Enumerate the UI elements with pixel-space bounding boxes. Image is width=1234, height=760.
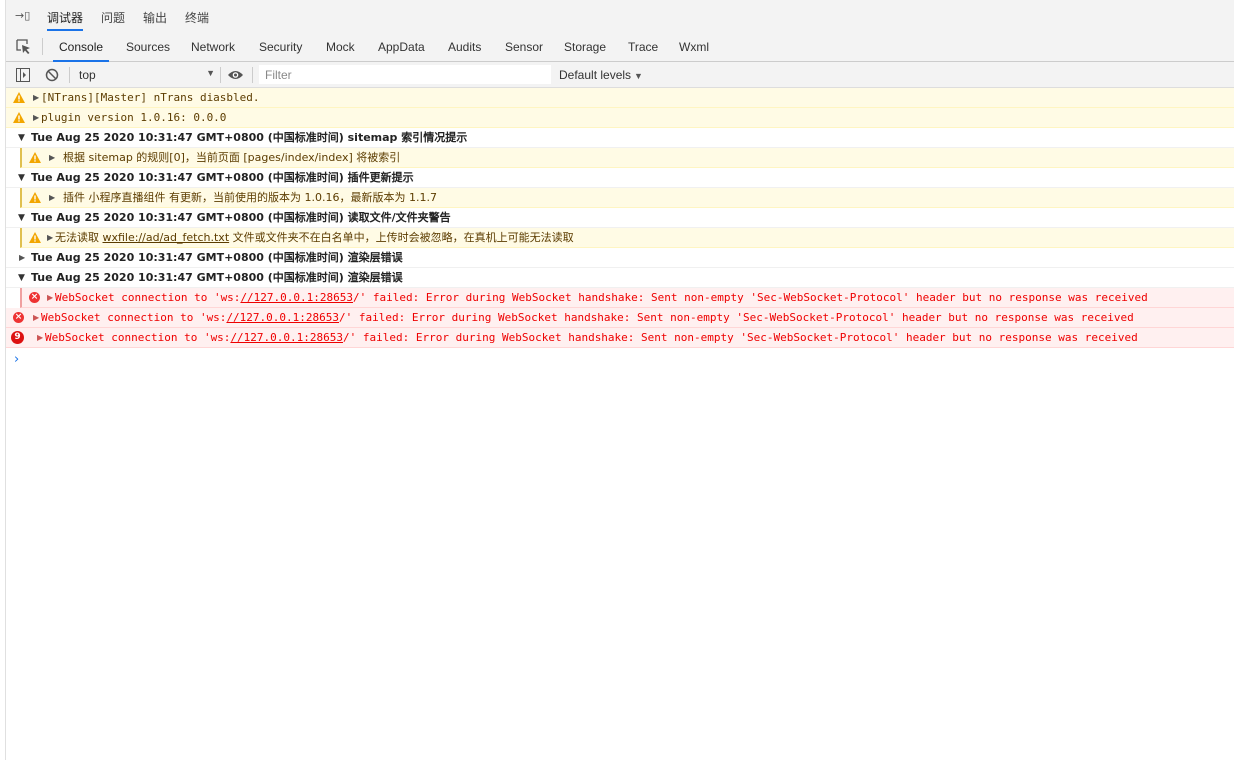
tab-console[interactable]: Console — [52, 40, 110, 62]
log-message: 无法读取 wxfile://ad/ad_fetch.txt 文件或文件夹不在白名… — [55, 228, 574, 248]
console-error[interactable]: × ▶ WebSocket connection to 'ws://127.0.… — [6, 308, 1234, 328]
expand-arrow-icon[interactable]: ▶ — [33, 88, 39, 108]
warning-icon — [29, 192, 41, 203]
chevron-down-icon: ▼ — [634, 71, 643, 81]
divider — [252, 67, 253, 83]
console-error[interactable]: × ▶ WebSocket connection to 'ws://127.0.… — [20, 288, 1234, 308]
expand-arrow-icon[interactable]: ▶ — [47, 228, 53, 248]
expand-arrow-icon[interactable]: ▶ — [49, 148, 55, 168]
expand-arrow-icon[interactable]: ▶ — [49, 188, 55, 208]
log-levels-dropdown[interactable]: Default levels ▼ — [559, 68, 643, 82]
chevron-down-icon: ▼ — [206, 68, 215, 78]
console-warning[interactable]: ▶ 插件 小程序直播组件 有更新，当前使用的版本为 1.0.16，最新版本为 1… — [20, 188, 1234, 208]
log-message: WebSocket connection to 'ws://127.0.0.1:… — [55, 288, 1148, 308]
context-value: top — [79, 68, 96, 82]
console-messages: ▶ [NTrans][Master] nTrans diasbled. ▶ pl… — [6, 88, 1234, 367]
log-text: /' failed: Error during WebSocket handsh… — [343, 331, 1138, 344]
context-selector[interactable]: top ▼ — [79, 68, 215, 82]
console-group-header[interactable]: ▼ Tue Aug 25 2020 10:31:47 GMT+0800 (中国标… — [6, 268, 1234, 288]
log-message: [NTrans][Master] nTrans diasbled. — [41, 91, 260, 104]
log-text: 无法读取 — [55, 231, 103, 244]
collapse-arrow-icon[interactable]: ▼ — [18, 128, 25, 148]
console-group-header[interactable]: ▼ Tue Aug 25 2020 10:31:47 GMT+0800 (中国标… — [6, 168, 1234, 188]
collapse-arrow-icon[interactable]: ▼ — [18, 268, 25, 288]
tab-problems[interactable]: 问题 — [101, 9, 125, 26]
tab-wxml[interactable]: Wxml — [679, 40, 709, 54]
console-warning[interactable]: ▶ 根据 sitemap 的规则[0]，当前页面 [pages/index/in… — [20, 148, 1234, 168]
log-message: 根据 sitemap 的规则[0]，当前页面 [pages/index/inde… — [63, 151, 401, 164]
tab-sources[interactable]: Sources — [126, 40, 170, 54]
expand-arrow-icon[interactable]: ▶ — [33, 108, 39, 128]
console-group-header[interactable]: ▶ Tue Aug 25 2020 10:31:47 GMT+0800 (中国标… — [6, 248, 1234, 268]
group-title: Tue Aug 25 2020 10:31:47 GMT+0800 (中国标准时… — [31, 211, 451, 224]
expand-arrow-icon[interactable]: ▶ — [37, 328, 43, 348]
log-text: WebSocket connection to 'ws: — [45, 331, 231, 344]
group-title: Tue Aug 25 2020 10:31:47 GMT+0800 (中国标准时… — [31, 131, 468, 144]
log-message: WebSocket connection to 'ws://127.0.0.1:… — [45, 328, 1138, 348]
group-title: Tue Aug 25 2020 10:31:47 GMT+0800 (中国标准时… — [31, 171, 414, 184]
console-group-header[interactable]: ▼ Tue Aug 25 2020 10:31:47 GMT+0800 (中国标… — [6, 128, 1234, 148]
error-count-badge: 9 — [11, 331, 24, 344]
collapse-arrow-icon[interactable]: ▼ — [18, 168, 25, 188]
tab-sensor[interactable]: Sensor — [505, 40, 543, 54]
log-text: /' failed: Error during WebSocket handsh… — [353, 291, 1148, 304]
collapse-arrow-icon[interactable]: ▼ — [18, 208, 25, 228]
tab-mock[interactable]: Mock — [326, 40, 355, 54]
console-toolbar: top ▼ Default levels▼ — [6, 62, 1234, 88]
expand-arrow-icon[interactable]: ▶ — [33, 308, 39, 328]
log-text: /' failed: Error during WebSocket handsh… — [339, 311, 1134, 324]
tab-terminal[interactable]: 终端 — [185, 9, 209, 26]
warning-icon — [13, 112, 25, 123]
tab-network[interactable]: Network — [191, 40, 235, 54]
expand-arrow-icon[interactable]: ▶ — [47, 288, 53, 308]
eye-icon[interactable] — [227, 68, 244, 82]
url-link[interactable]: //127.0.0.1:28653 — [230, 331, 343, 344]
devtools-frame: →▯ 调试器 问题 输出 终端 Console Sources Network … — [5, 0, 1234, 760]
toggle-panel-icon[interactable]: →▯ — [15, 9, 30, 22]
error-icon: × — [13, 312, 24, 323]
tab-trace[interactable]: Trace — [628, 40, 658, 54]
log-message: WebSocket connection to 'ws://127.0.0.1:… — [41, 308, 1134, 328]
console-prompt-icon[interactable]: › — [14, 352, 19, 367]
console-group-header[interactable]: ▼ Tue Aug 25 2020 10:31:47 GMT+0800 (中国标… — [6, 208, 1234, 228]
filter-input[interactable] — [259, 65, 551, 84]
tab-audits[interactable]: Audits — [448, 40, 481, 54]
warning-icon — [29, 152, 41, 163]
log-text: WebSocket connection to 'ws: — [41, 311, 227, 324]
divider — [69, 67, 70, 83]
expand-arrow-icon[interactable]: ▶ — [19, 248, 25, 268]
log-text: WebSocket connection to 'ws: — [55, 291, 241, 304]
divider — [220, 67, 221, 83]
tab-storage[interactable]: Storage — [564, 40, 606, 54]
warning-icon — [29, 232, 41, 243]
tab-debugger[interactable]: 调试器 — [47, 9, 84, 31]
log-message: 插件 小程序直播组件 有更新，当前使用的版本为 1.0.16，最新版本为 1.1… — [63, 191, 437, 204]
url-link[interactable]: //127.0.0.1:28653 — [226, 311, 339, 324]
url-link[interactable]: //127.0.0.1:28653 — [240, 291, 353, 304]
file-link[interactable]: wxfile://ad/ad_fetch.txt — [103, 231, 230, 244]
sidebar-toggle-icon[interactable] — [16, 68, 30, 82]
console-error[interactable]: 9 ▶ WebSocket connection to 'ws://127.0.… — [6, 328, 1234, 348]
error-icon: × — [29, 292, 40, 303]
tab-output[interactable]: 输出 — [143, 9, 167, 26]
log-levels-label: Default levels — [559, 68, 632, 82]
panel-tab-bar: Console Sources Network Security Mock Ap… — [6, 31, 1234, 62]
log-text: 文件或文件夹不在白名单中，上传时会被忽略，在真机上可能无法读取 — [229, 231, 574, 244]
tab-security[interactable]: Security — [259, 40, 302, 54]
log-message: plugin version 1.0.16: 0.0.0 — [41, 111, 227, 124]
top-tab-bar: →▯ 调试器 问题 输出 终端 — [6, 0, 1234, 31]
group-title: Tue Aug 25 2020 10:31:47 GMT+0800 (中国标准时… — [31, 271, 403, 284]
group-title: Tue Aug 25 2020 10:31:47 GMT+0800 (中国标准时… — [31, 251, 403, 264]
tab-appdata[interactable]: AppData — [378, 40, 425, 54]
warning-icon — [13, 92, 25, 103]
divider — [42, 38, 43, 55]
console-warning[interactable]: ▶ 无法读取 wxfile://ad/ad_fetch.txt 文件或文件夹不在… — [20, 228, 1234, 248]
console-warning[interactable]: ▶ [NTrans][Master] nTrans diasbled. — [6, 88, 1234, 108]
console-warning[interactable]: ▶ plugin version 1.0.16: 0.0.0 — [6, 108, 1234, 128]
clear-console-icon[interactable] — [45, 68, 59, 82]
inspect-element-icon[interactable] — [16, 39, 32, 55]
